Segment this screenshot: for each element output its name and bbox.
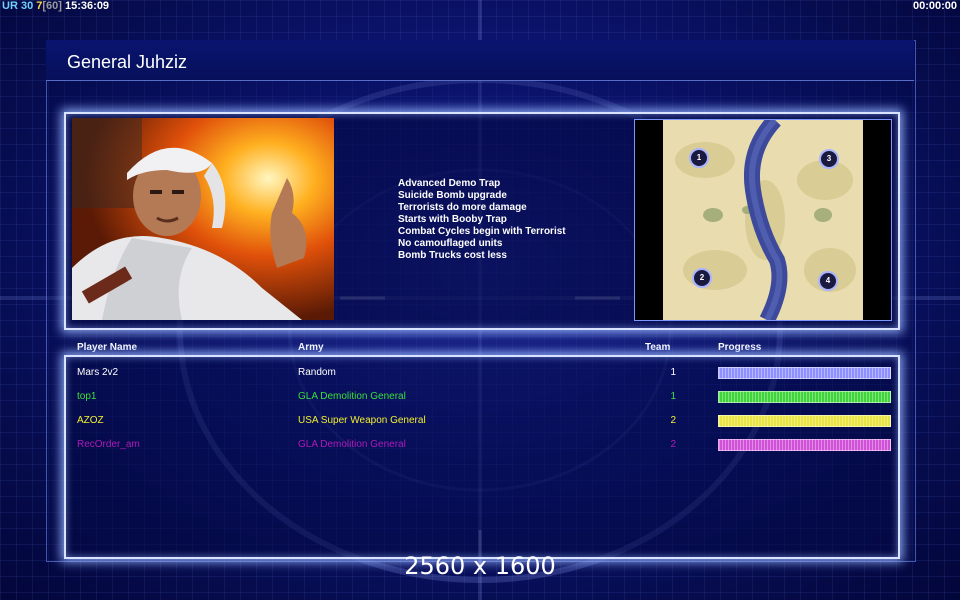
trait-item: Terrorists do more damage (398, 202, 527, 213)
player-name: AZOZ (77, 415, 104, 426)
hud-fps: 30 (20, 0, 34, 12)
player-team: 2 (670, 415, 676, 426)
player-team: 1 (670, 391, 676, 402)
player-row: top1 GLA Demolition General 1 (0, 391, 960, 405)
player-row: AZOZ USA Super Weapon General 2 (0, 415, 960, 429)
general-title: General Juhziz (67, 52, 188, 72)
column-header-progress: Progress (718, 342, 762, 353)
start-position-4[interactable]: 4 (818, 271, 838, 291)
column-header-army: Army (298, 342, 324, 353)
player-army: GLA Demolition General (298, 439, 406, 450)
general-traits-list: Advanced Demo Trap Suicide Bomb upgrade … (398, 178, 618, 262)
hud-clock: 15:36:09 (65, 0, 110, 12)
trait-item: No camouflaged units (398, 238, 503, 249)
title-bar: General Juhziz (46, 40, 914, 81)
start-position-2[interactable]: 2 (692, 268, 712, 288)
player-progress-bar (718, 367, 891, 379)
player-list-panel (64, 355, 900, 559)
hud-ur: UR (2, 0, 18, 12)
column-header-player: Player Name (77, 342, 138, 353)
start-position-1[interactable]: 1 (689, 148, 709, 168)
game-timer: 00:00:00 (912, 0, 957, 12)
player-army: USA Super Weapon General (298, 415, 426, 426)
start-position-3[interactable]: 3 (819, 149, 839, 169)
general-portrait (72, 118, 334, 320)
player-army: Random (298, 367, 336, 378)
player-row: RecOrder_am GLA Demolition General 2 (0, 439, 960, 453)
player-progress-bar (718, 439, 891, 451)
player-progress-bar (718, 391, 891, 403)
trait-item: Combat Cycles begin with Terrorist (398, 226, 566, 237)
map-preview: 1 3 2 4 (634, 114, 892, 324)
player-team: 1 (670, 367, 676, 378)
player-name: top1 (77, 391, 97, 402)
trait-item: Bomb Trucks cost less (398, 250, 507, 261)
trait-item: Advanced Demo Trap (398, 178, 501, 189)
column-header-team: Team (645, 342, 671, 353)
player-team: 2 (670, 439, 676, 450)
trait-item: Suicide Bomb upgrade (398, 190, 507, 201)
trait-item: Starts with Booby Trap (398, 214, 507, 225)
player-name: Mars 2v2 (77, 367, 119, 378)
player-row: Mars 2v2 Random 1 (0, 367, 960, 381)
player-army: GLA Demolition General (298, 391, 406, 402)
player-progress-bar (718, 415, 891, 427)
resolution-watermark: 2560 x 1600 (404, 552, 556, 580)
hud-logic-max: [60] (42, 0, 62, 12)
fps-readout: UR 30 7[60] 15:36:09 (2, 0, 109, 12)
player-name: RecOrder_am (77, 439, 140, 450)
